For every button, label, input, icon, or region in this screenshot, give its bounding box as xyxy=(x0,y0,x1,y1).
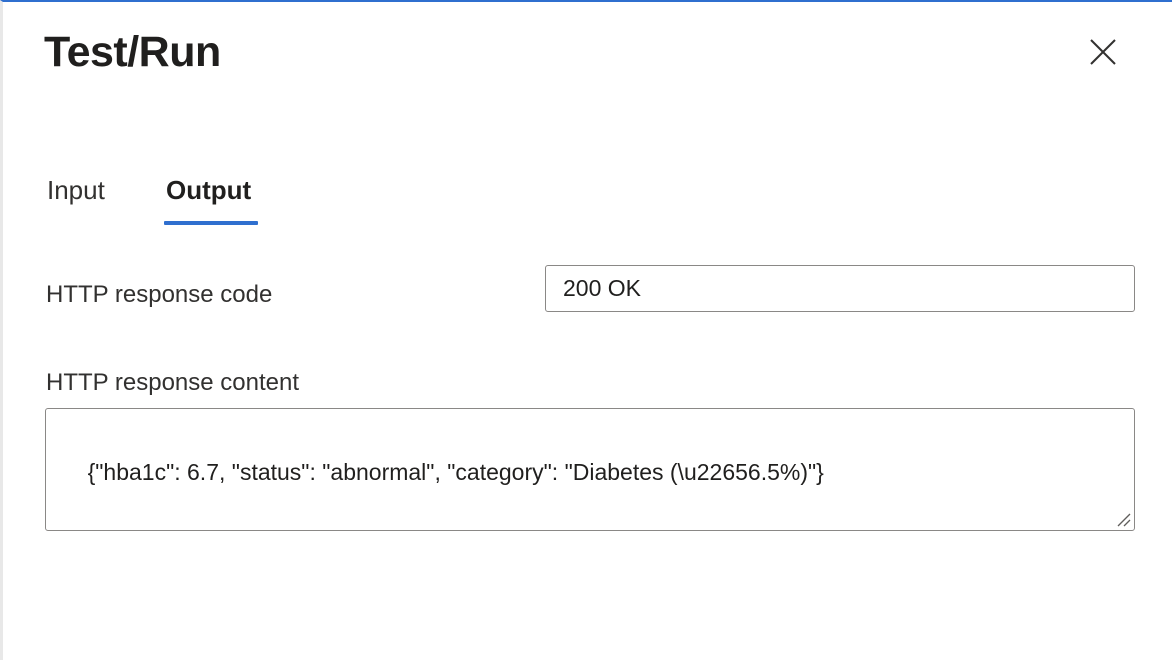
close-icon xyxy=(1090,39,1116,65)
panel-title: Test/Run xyxy=(44,28,221,76)
response-content-text: {"hba1c": 6.7, "status": "abnormal", "ca… xyxy=(87,459,824,485)
response-content-field[interactable]: {"hba1c": 6.7, "status": "abnormal", "ca… xyxy=(45,408,1135,531)
tab-list: Input Output xyxy=(44,168,444,228)
tab-selected-indicator xyxy=(164,221,258,225)
tab-output[interactable]: Output xyxy=(163,168,254,212)
close-button[interactable] xyxy=(1083,32,1123,72)
resize-handle-icon[interactable] xyxy=(1115,511,1131,527)
response-code-label: HTTP response code xyxy=(46,281,273,308)
test-run-panel: Test/Run Input Output HTTP response code… xyxy=(0,0,1172,660)
response-content-label: HTTP response content xyxy=(46,369,300,396)
response-code-field[interactable]: 200 OK xyxy=(545,265,1135,312)
tab-input[interactable]: Input xyxy=(44,168,108,212)
